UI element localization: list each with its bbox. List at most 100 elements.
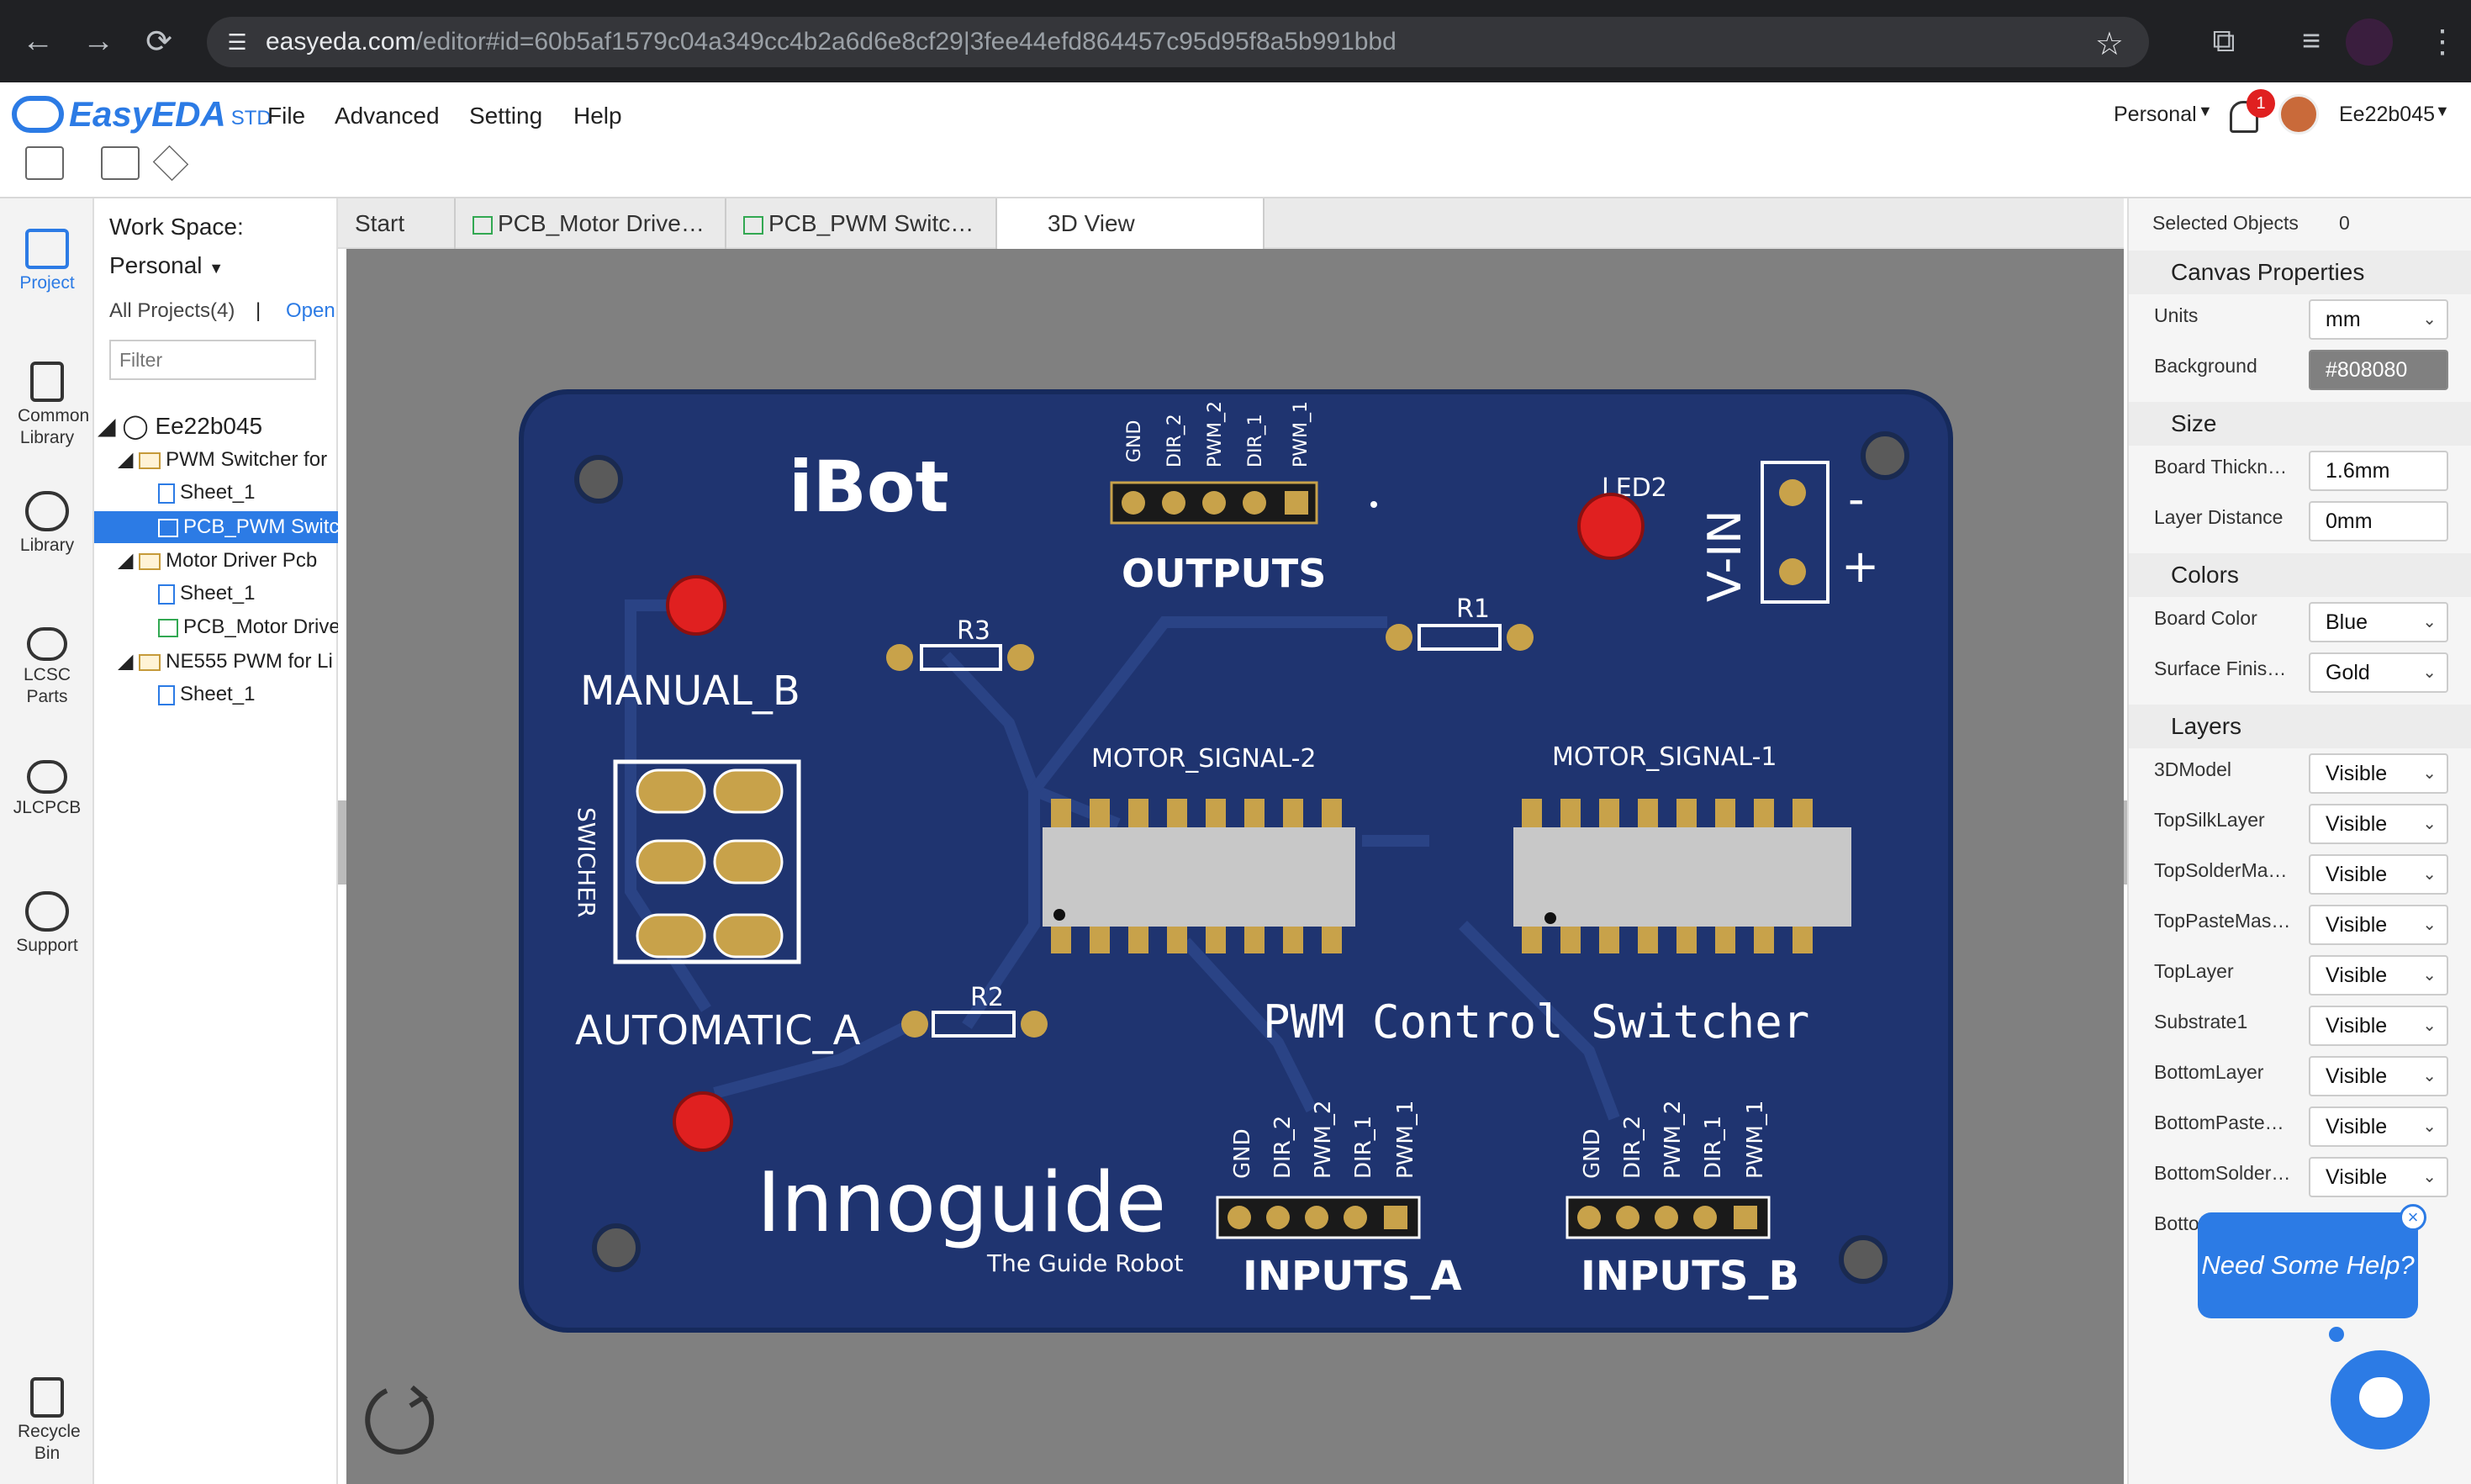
site-settings-icon[interactable]: ☰ <box>224 29 251 55</box>
layers-icon[interactable] <box>152 145 189 182</box>
pwm-control-title: PWM Control Switcher <box>1263 995 1809 1048</box>
layer-visibility-select[interactable]: Visible ⌄ <box>2309 1056 2448 1096</box>
tree-pcb-motor[interactable]: PCB_Motor Drive <box>158 615 338 639</box>
chat-button[interactable] <box>2331 1350 2430 1450</box>
background-color-input[interactable]: #808080 <box>2309 350 2448 390</box>
board-color-select[interactable]: Blue ⌄ <box>2309 602 2448 642</box>
chat-icon <box>2359 1377 2403 1418</box>
forward-icon[interactable]: → <box>77 20 119 62</box>
workspace-select[interactable]: Personal ▼ <box>109 252 224 279</box>
tab-pcb-motor[interactable]: PCB_Motor Drive… <box>456 198 726 249</box>
close-help-button[interactable]: × <box>2400 1204 2426 1231</box>
image-icon[interactable] <box>101 146 140 180</box>
help-bubble-icon <box>25 891 69 932</box>
back-icon[interactable]: ← <box>17 20 59 62</box>
tree-project-motor[interactable]: ◢ Motor Driver Pcb <box>118 548 338 573</box>
profile-avatar[interactable] <box>2346 18 2393 66</box>
layer-visibility-select[interactable]: Visible ⌄ <box>2309 905 2448 945</box>
vin-plus: + <box>1841 540 1879 593</box>
open-link[interactable]: Open <box>286 299 335 323</box>
username[interactable]: Ee22b045 <box>2339 103 2435 127</box>
extensions-icon[interactable]: ⧉ <box>2203 20 2245 62</box>
bookmark-star-icon[interactable]: ☆ <box>2095 25 2124 63</box>
rail-jlcpcb[interactable]: JLCPCB <box>0 760 94 819</box>
layer-name: TopSilkLayer <box>2154 809 2265 831</box>
app-header: EasyEDA STD File Advanced Setting Help P… <box>0 82 2471 198</box>
layer-name: TopPasteMas… <box>2154 910 2291 932</box>
left-rail: Project Common Library Library LCSC Part… <box>0 198 94 1484</box>
layer-visibility-select[interactable]: Visible ⌄ <box>2309 1157 2448 1197</box>
tree-sheet[interactable]: Sheet_1 <box>158 481 255 504</box>
layer-visibility-select[interactable]: Visible ⌄ <box>2309 955 2448 995</box>
tab-pcb-pwm[interactable]: PCB_PWM Switc… <box>726 198 997 249</box>
ic-1-dot <box>1544 912 1556 924</box>
outputs-pin-pwm2: PWM_2 <box>1205 401 1226 467</box>
rail-recycle-bin[interactable]: Recycle Bin <box>0 1377 94 1465</box>
layer-name: 3DModel <box>2154 758 2232 780</box>
manual-b-led <box>666 575 726 636</box>
rail-support[interactable]: Support <box>0 891 94 957</box>
r1-pad <box>1386 624 1412 651</box>
tree-sheet[interactable]: Sheet_1 <box>158 582 255 605</box>
project-icon <box>25 229 69 269</box>
innoguide-tagline: The Guide Robot <box>986 1249 1183 1277</box>
easyeda-logo[interactable]: EasyEDA STD <box>12 94 272 135</box>
need-help-bubble[interactable]: Need Some Help? × <box>2198 1204 2426 1318</box>
tree-project-ne555[interactable]: ◢ NE555 PWM for Li <box>118 649 338 673</box>
chevron-down-icon: ⌄ <box>2422 815 2437 833</box>
3d-canvas[interactable]: iBot GND DIR_2 PWM_2 DIR_1 PWM_1 OUTPUTS… <box>346 249 2124 1484</box>
chevron-down-icon: ⌄ <box>2422 966 2437 985</box>
tree-project-pwm[interactable]: ◢ PWM Switcher for <box>118 447 338 472</box>
filter-input[interactable] <box>109 340 316 380</box>
section-colors[interactable]: Colors <box>2129 553 2471 597</box>
layer-visibility-select[interactable]: Visible ⌄ <box>2309 804 2448 844</box>
menu-help[interactable]: Help <box>573 103 622 129</box>
all-projects[interactable]: All Projects(4) <box>109 299 235 323</box>
rail-common-library[interactable]: Common Library <box>0 362 94 449</box>
logo-text: EasyEDA <box>69 94 226 134</box>
selected-objects-label: Selected Objects <box>2152 212 2299 234</box>
layer-visibility-select[interactable]: Visible ⌄ <box>2309 854 2448 895</box>
layer-name: Substrate1 <box>2154 1011 2248 1032</box>
separator: | <box>256 299 261 322</box>
section-size[interactable]: Size <box>2129 402 2471 446</box>
pcb-3d-render[interactable]: iBot GND DIR_2 PWM_2 DIR_1 PWM_1 OUTPUTS… <box>346 249 2124 1484</box>
r3-pad <box>886 644 913 671</box>
media-icon[interactable]: ≡ <box>2290 20 2332 62</box>
workspace-dropdown[interactable]: Personal <box>2114 103 2197 127</box>
project-panel: Work Space: Personal ▼ All Projects(4) |… <box>94 198 338 1484</box>
tree-user[interactable]: ◢ ◯ Ee22b045 <box>98 412 262 440</box>
user-dropdown-icon[interactable]: ▼ <box>2435 103 2450 120</box>
tab-3d-view[interactable]: 3D View <box>997 198 1265 249</box>
motor-signal-1-label: MOTOR_SIGNAL-1 <box>1552 742 1777 772</box>
units-select[interactable]: mm ⌄ <box>2309 299 2448 340</box>
tree-sheet[interactable]: Sheet_1 <box>158 683 255 706</box>
section-layers[interactable]: Layers <box>2129 705 2471 748</box>
rail-project[interactable]: Project <box>0 229 94 294</box>
background-label: Background <box>2154 355 2257 377</box>
address-bar[interactable]: ☰ easyeda.com/editor#id=60b5af1579c04a34… <box>207 17 2149 67</box>
browser-menu-icon[interactable]: ⋮ <box>2421 20 2463 62</box>
section-canvas-properties[interactable]: Canvas Properties <box>2129 251 2471 294</box>
chevron-down-icon: ⌄ <box>2422 916 2437 934</box>
folder-icon[interactable] <box>25 146 64 180</box>
board-thickness-input[interactable]: 1.6mm <box>2309 451 2448 491</box>
layer-visibility-select[interactable]: Visible ⌄ <box>2309 1006 2448 1046</box>
chevron-down-icon: ⌄ <box>2422 865 2437 884</box>
menu-advanced[interactable]: Advanced <box>335 103 440 129</box>
inputs-b-pin-dir1: DIR_1 <box>1701 1116 1726 1179</box>
reload-icon[interactable]: ⟳ <box>138 20 180 62</box>
layer-visibility-select[interactable]: Visible ⌄ <box>2309 1106 2448 1147</box>
menu-setting[interactable]: Setting <box>469 103 542 129</box>
user-avatar[interactable] <box>2278 94 2319 135</box>
menu-file[interactable]: File <box>267 103 305 129</box>
notification-badge: 1 <box>2247 89 2275 118</box>
layer-visibility-select[interactable]: Visible ⌄ <box>2309 753 2448 794</box>
surface-finish-select[interactable]: Gold ⌄ <box>2309 652 2448 693</box>
layer-distance-input[interactable]: 0mm <box>2309 501 2448 541</box>
tab-start[interactable]: Start <box>338 198 456 249</box>
tree-pcb-pwm-selected[interactable]: PCB_PWM Switc <box>94 511 338 543</box>
rail-library[interactable]: Library <box>0 491 94 557</box>
collapse-left-handle[interactable] <box>338 800 346 885</box>
rail-lcsc-parts[interactable]: LCSC Parts <box>0 627 94 708</box>
